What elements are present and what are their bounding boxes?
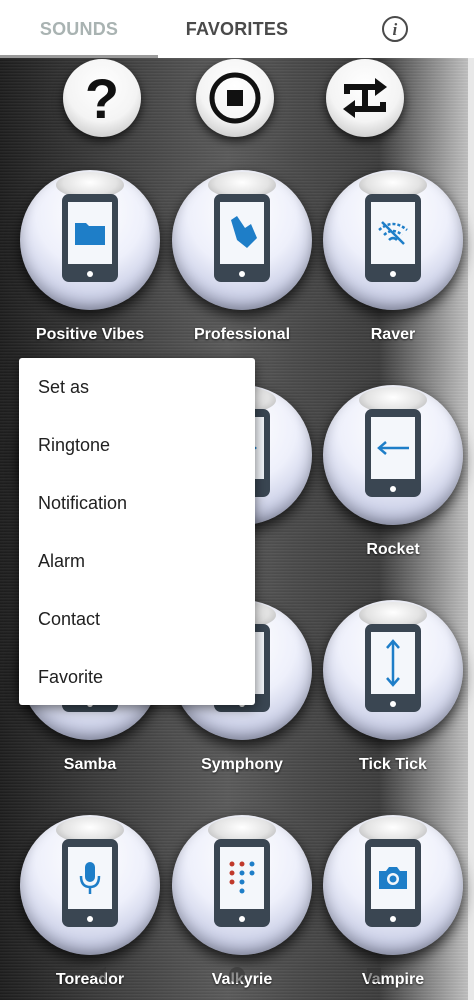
phone-graphic <box>62 194 118 282</box>
repeat-button[interactable] <box>326 59 404 137</box>
svg-text:?: ? <box>85 70 119 126</box>
svg-text:i: i <box>393 20 398 39</box>
phone-graphic <box>365 624 421 712</box>
question-mark-icon: ? <box>85 70 119 126</box>
sound-label: Positive Vibes <box>35 326 145 343</box>
back-triangle-icon <box>92 967 106 983</box>
menu-item-notification[interactable]: Notification <box>19 474 255 532</box>
phone-graphic <box>62 839 118 927</box>
phone-graphic <box>365 839 421 927</box>
nav-home-button[interactable] <box>224 962 250 988</box>
sound-button[interactable] <box>323 600 463 740</box>
sound-button[interactable] <box>323 815 463 955</box>
nav-recents-button[interactable] <box>361 962 387 988</box>
menu-item-alarm[interactable]: Alarm <box>19 532 255 590</box>
sound-label: Tick Tick <box>359 756 427 773</box>
nav-back-button[interactable] <box>86 962 112 988</box>
menu-item-contact[interactable]: Contact <box>19 590 255 648</box>
phone-graphic <box>365 194 421 282</box>
sound-label: Raver <box>370 326 416 343</box>
sound-button[interactable] <box>323 170 463 310</box>
phone-graphic <box>365 409 421 497</box>
swap-vertical-icon <box>386 639 400 687</box>
tab-sounds[interactable]: SOUNDS <box>0 0 158 58</box>
arrow-left-icon <box>377 441 409 455</box>
microphone-icon <box>79 862 101 894</box>
stop-button[interactable] <box>196 59 274 137</box>
touch-gesture-icon <box>231 216 257 248</box>
active-tab-indicator <box>0 55 158 58</box>
recents-square-icon <box>367 968 381 982</box>
phone-graphic <box>214 194 270 282</box>
sound-label: Rocket <box>366 541 420 558</box>
tab-bar: SOUNDS FAVORITES i <box>0 0 474 58</box>
dialpad-icon <box>229 861 255 894</box>
home-circle-icon <box>229 967 245 983</box>
sound-label: Professional <box>193 326 291 343</box>
context-menu: Set as Ringtone Notification Alarm Conta… <box>19 358 255 705</box>
info-button[interactable]: i <box>316 0 474 58</box>
menu-item-ringtone[interactable]: Ringtone <box>19 416 255 474</box>
sound-label: Samba <box>63 756 117 773</box>
sound-button[interactable] <box>172 170 312 310</box>
stop-icon <box>209 72 261 124</box>
camera-icon <box>379 867 407 889</box>
system-navigation-bar <box>0 950 474 1000</box>
menu-item-set-as: Set as <box>38 376 90 397</box>
background-edge <box>468 58 474 1000</box>
help-button[interactable]: ? <box>63 59 141 137</box>
menu-item-favorite[interactable]: Favorite <box>19 648 255 706</box>
wifi-off-icon <box>378 221 408 245</box>
sound-button[interactable] <box>20 170 160 310</box>
tab-favorites[interactable]: FAVORITES <box>158 0 316 58</box>
folder-icon <box>75 223 105 245</box>
sound-button[interactable] <box>20 815 160 955</box>
sound-label: Symphony <box>201 756 283 773</box>
phone-graphic <box>214 839 270 927</box>
sound-button[interactable] <box>172 815 312 955</box>
info-icon: i <box>382 16 408 42</box>
sound-button[interactable] <box>323 385 463 525</box>
repeat-one-icon <box>343 78 387 118</box>
